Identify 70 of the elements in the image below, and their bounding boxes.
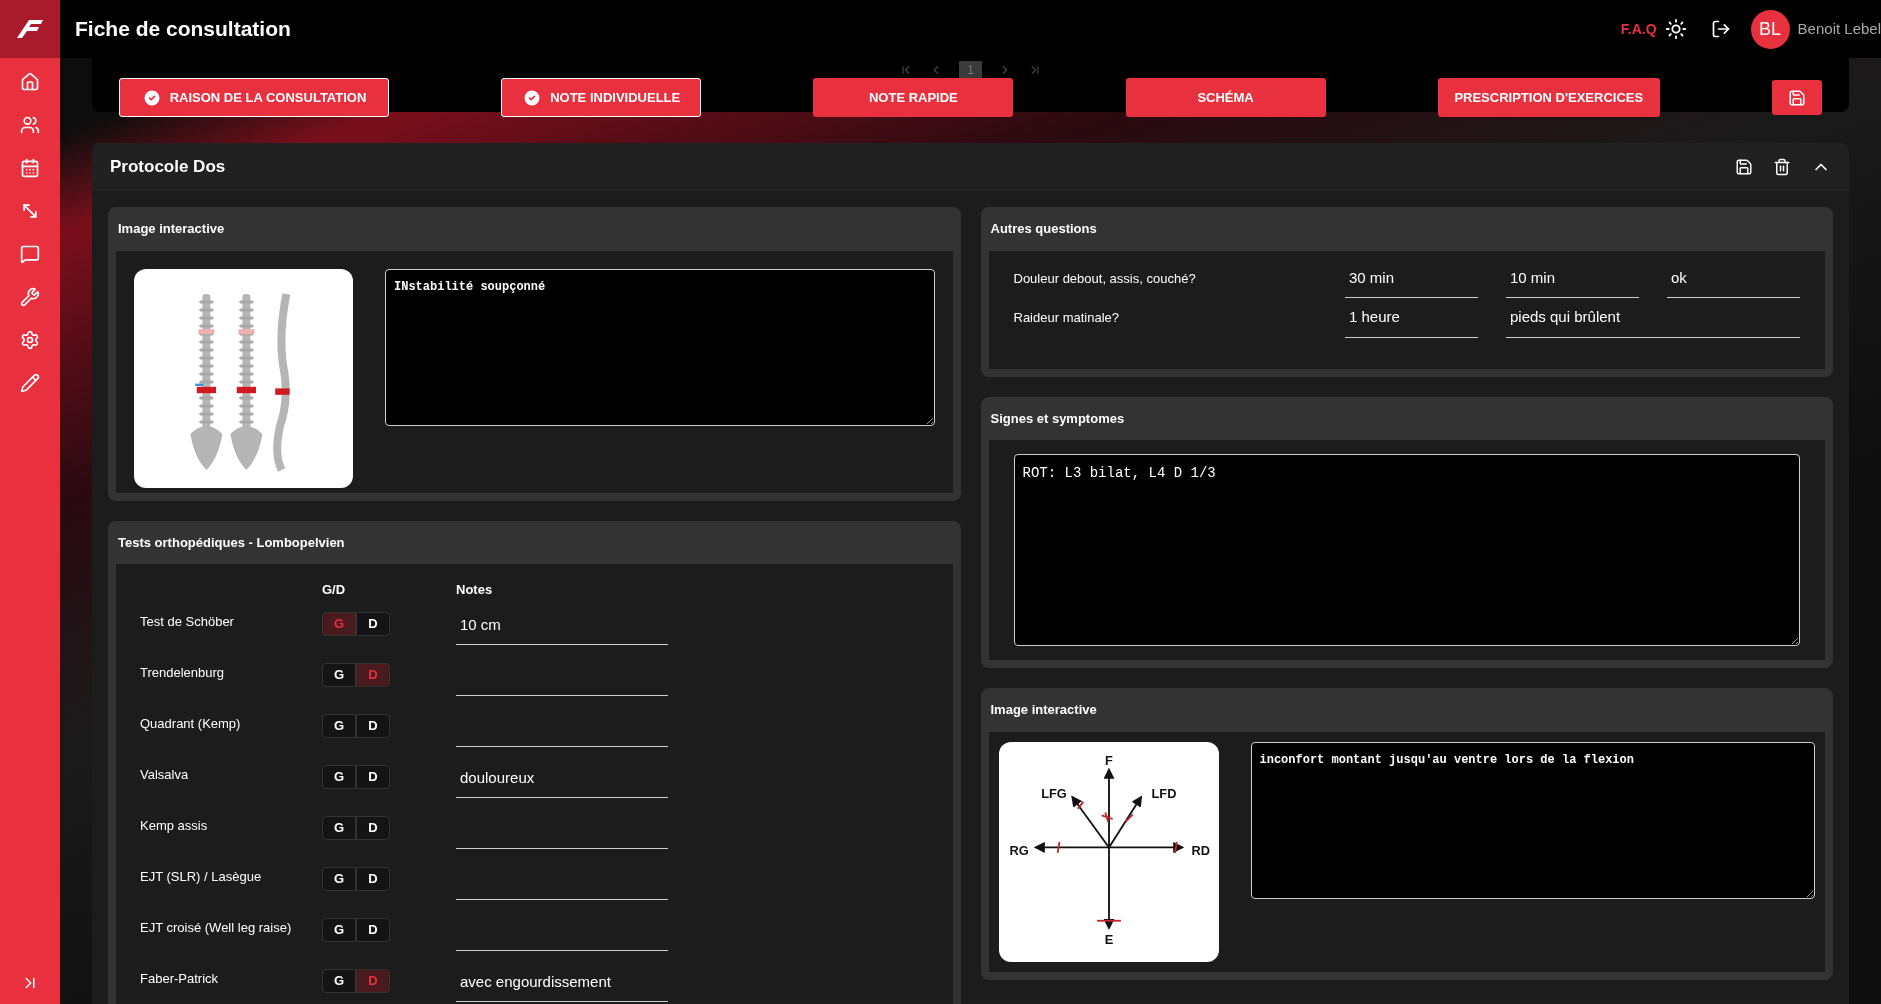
side-toggle[interactable]: G [322,917,356,942]
pencil-icon[interactable] [18,371,42,395]
faq-link[interactable]: F.A.Q [1620,18,1657,40]
card-title: Image interactive [117,220,226,238]
direction-label: RG [1009,842,1029,858]
side-toggle[interactable]: D [356,764,390,789]
side-toggle[interactable]: G [322,764,356,789]
card-title: Image interactive [989,701,1098,719]
save-button[interactable] [1771,80,1822,115]
text-field[interactable]: 1 heure [1345,298,1478,338]
test-name: Faber-Patrick [140,969,220,988]
test-name: Test de Schöber [140,612,235,631]
section-tab[interactable]: PRESCRIPTION D'EXERCICES [1437,78,1660,117]
section-tab[interactable]: RAISON DE LA CONSULTATION [119,78,389,117]
check-icon [522,87,543,108]
logout-icon[interactable] [1710,19,1731,39]
check-icon [141,87,162,108]
protocol-title: Protocole Dos [110,156,226,179]
section-tab[interactable]: NOTE RAPIDE [813,78,1014,117]
notes-textarea[interactable]: inconfort montant jusqu'au ventre lors de la flexion [1250,741,1815,899]
direction-label: LFD [1151,785,1176,801]
tools-icon[interactable] [18,285,42,309]
text-field[interactable]: 30 min [1345,258,1478,298]
side-toggle[interactable]: G [322,815,356,840]
side-toggle[interactable]: D [356,866,390,891]
text-field[interactable]: 10 min [1506,258,1639,298]
direction-label: E [1104,931,1113,947]
test-name: Quadrant (Kemp) [140,714,242,733]
card-title: Autres questions [989,220,1098,238]
text-field[interactable]: ok [1667,258,1800,298]
test-name: EJT (SLR) / Lasègue [140,867,263,886]
save-icon[interactable] [1735,158,1753,176]
logo-icon [15,18,45,40]
text-field[interactable]: 10 cm [456,605,668,645]
card-title: Tests orthopédiques - Lombopelvien [117,533,346,552]
spine-image[interactable] [134,268,353,488]
side-toggle[interactable]: G [322,662,356,687]
side-toggle[interactable]: G [322,866,356,891]
text-field[interactable]: douloureux [456,758,668,798]
section-tab[interactable]: NOTE INDIVIDUELLE [501,78,702,117]
text-field[interactable]: pieds qui brûlent [1506,298,1800,338]
side-toggle[interactable]: D [356,713,390,738]
test-name: Valsalva [140,765,190,784]
question-label: Raideur matinale? [1013,309,1120,327]
test-name: Kemp assis [140,816,209,835]
side-toggle[interactable]: D [356,917,390,942]
test-name: EJT croisé (Well leg raise) [140,918,293,937]
side-toggle[interactable]: D [356,815,390,840]
direction-label: F [1104,752,1113,768]
card-title: Signes et symptomes [989,409,1126,428]
column-header: G/D [322,581,347,599]
theme-toggle-icon[interactable] [1664,18,1687,40]
side-toggle[interactable]: G [322,713,356,738]
column-header: Notes [456,581,494,599]
direction-label: LFG [1040,785,1067,801]
side-toggle[interactable]: G [322,968,356,993]
test-name: Trendelenburg [140,663,226,682]
section-tab[interactable]: SCHÉMA [1125,78,1326,117]
direction-label: RD [1190,842,1210,858]
question-label: Douleur debout, assis, couché? [1013,269,1197,288]
save-icon [1787,88,1806,107]
movement-image[interactable]: F LFG LFD RG RD E [998,741,1219,962]
side-toggle[interactable]: D [356,611,390,636]
notes-textarea[interactable]: INstabilité soupçonné [385,268,935,426]
user-avatar[interactable]: BL [1750,9,1790,49]
user-name: Benoit Lebel [1797,18,1881,39]
page-title: Fiche de consultation [75,16,291,43]
symptoms-textarea[interactable]: ROT: L3 bilat, L4 D 1/3 [1013,454,1800,646]
text-field[interactable]: avec engourdissement [456,962,668,1002]
delete-icon[interactable] [1773,158,1791,176]
